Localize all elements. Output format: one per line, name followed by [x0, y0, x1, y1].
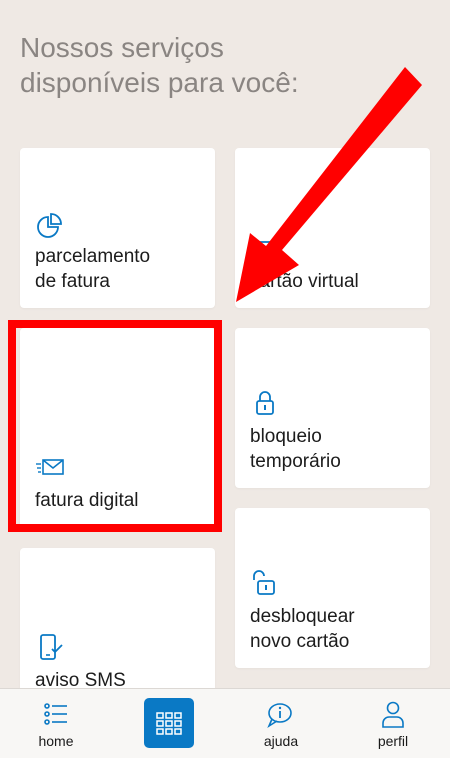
- card-icon: [252, 241, 278, 260]
- grid-menu-icon: [156, 712, 182, 735]
- nav-home[interactable]: home: [16, 689, 96, 758]
- nav-home-label: home: [38, 733, 74, 749]
- pie-chart-icon: [37, 213, 62, 238]
- unlock-icon: [253, 570, 275, 595]
- list-icon: [44, 703, 67, 725]
- help-chat-icon: [267, 703, 292, 729]
- service-label: parcelamento de fatura: [35, 246, 151, 292]
- service-label: fatura digital: [35, 490, 139, 511]
- center-menu-button[interactable]: [144, 698, 194, 748]
- service-card-fatura-digital[interactable]: fatura digital: [20, 328, 215, 528]
- service-card-cartao-virtual[interactable]: cartão virtual: [235, 148, 430, 308]
- phone-check-icon: [40, 634, 63, 660]
- bottom-nav: home ajuda perfil: [0, 688, 450, 758]
- service-card-parcelamento[interactable]: parcelamento de fatura: [20, 148, 215, 308]
- page-title: Nossos serviços disponíveis para você:: [20, 32, 299, 98]
- service-card-desbloquear[interactable]: desbloquear novo cartão: [235, 508, 430, 668]
- service-label: bloqueio temporário: [250, 426, 341, 472]
- nav-perfil[interactable]: perfil: [353, 689, 433, 758]
- nav-ajuda[interactable]: ajuda: [241, 689, 321, 758]
- service-label: cartão virtual: [250, 271, 359, 292]
- person-icon: [382, 701, 404, 728]
- lock-icon: [256, 391, 274, 415]
- nav-perfil-label: perfil: [377, 733, 409, 749]
- nav-ajuda-label: ajuda: [263, 733, 299, 749]
- service-card-aviso-sms[interactable]: aviso SMS: [20, 548, 215, 708]
- service-card-bloqueio-temporario[interactable]: bloqueio temporário: [235, 328, 430, 488]
- email-envelope-icon: [36, 459, 64, 475]
- service-label: desbloquear novo cartão: [250, 606, 355, 652]
